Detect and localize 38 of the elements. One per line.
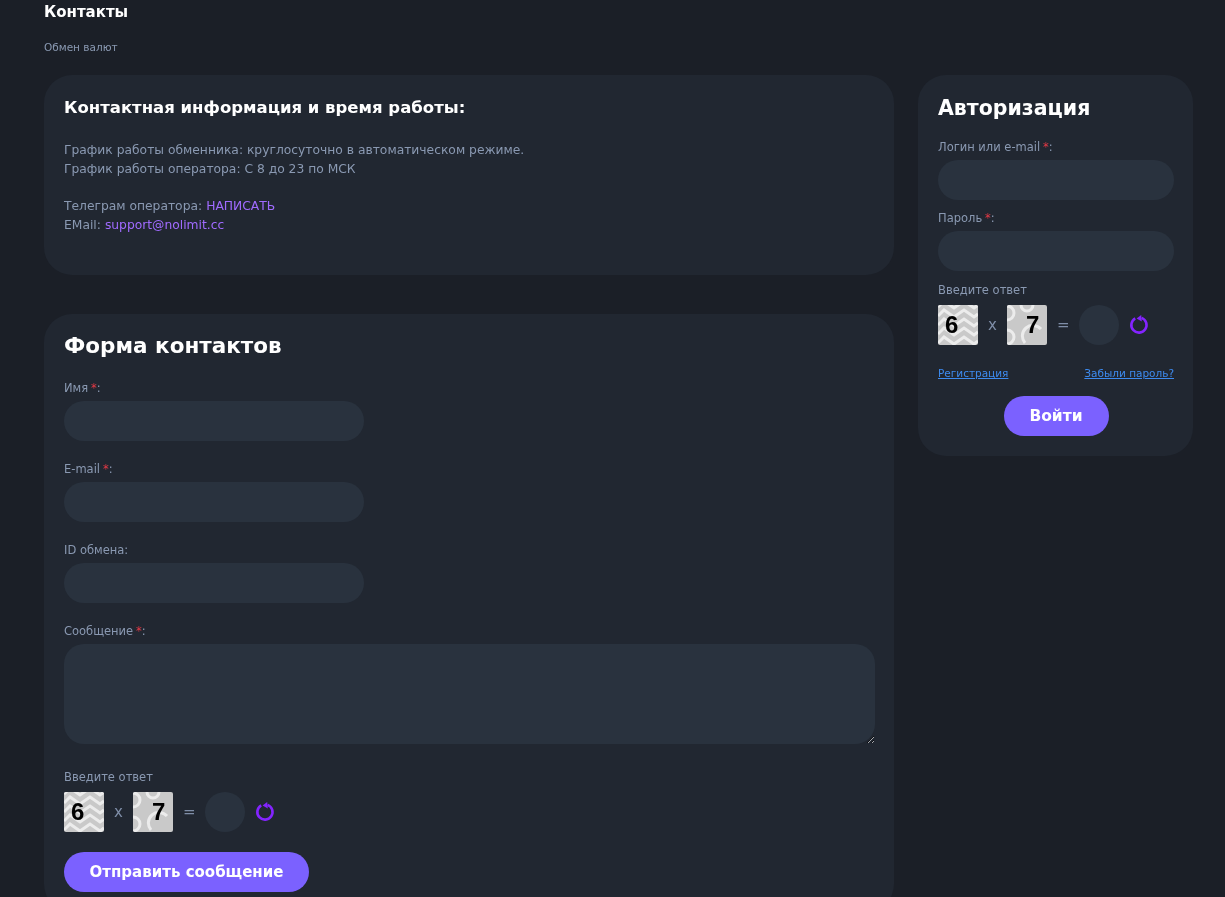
refresh-icon[interactable]	[1129, 315, 1150, 335]
captcha-image	[938, 305, 978, 345]
captcha-image	[1006, 305, 1047, 345]
equals-sign: =	[182, 803, 196, 821]
captcha-digit: 7	[1025, 312, 1040, 338]
captcha-digit: 6	[71, 799, 85, 825]
equals-sign: =	[1056, 316, 1070, 334]
contact-link[interactable]: support@nolimit.cc	[104, 216, 225, 235]
captcha-digit: 6	[945, 312, 959, 338]
section-heading: Контактная информация и время работы:	[64, 97, 467, 119]
contact-label: EMail:	[64, 217, 101, 234]
breadcrumb-link[interactable]: Обмен валют	[44, 40, 118, 54]
message-field[interactable]	[64, 644, 875, 744]
schedule-text: График работы оператора: С 8 до 23 по МСК	[64, 161, 357, 178]
field-label: Имя *:	[64, 381, 101, 395]
login-heading: Авторизация	[938, 95, 1092, 122]
contact-link[interactable]: НАПИСАТЬ	[206, 197, 276, 216]
multiply-sign: x	[988, 316, 997, 334]
refresh-icon[interactable]	[255, 802, 276, 822]
schedule-text: График работы обменника: круглосуточно в автоматическом режиме.	[64, 142, 526, 159]
captcha-image	[64, 792, 104, 832]
page-title: Контакты	[44, 2, 129, 22]
contact-label: Телеграм оператора:	[64, 198, 203, 215]
multiply-sign: x	[114, 803, 123, 821]
login-button[interactable]: Войти	[1003, 396, 1109, 436]
field-label: Логин или e-mail *:	[938, 140, 1053, 154]
field-label: ID обмена:	[64, 543, 129, 557]
field-label: Пароль *:	[938, 211, 995, 225]
form-heading: Форма контактов	[64, 332, 282, 360]
captcha-digit: 7	[151, 799, 166, 825]
field-label: E-mail *:	[64, 462, 113, 476]
captcha-label: Введите ответ	[64, 770, 153, 784]
captcha-image	[132, 792, 173, 832]
auth-link[interactable]: Забыли пароль?	[1084, 366, 1174, 380]
captcha-label: Введите ответ	[938, 283, 1028, 297]
auth-link[interactable]: Регистрация	[938, 366, 1009, 380]
field-label: Сообщение *:	[64, 624, 146, 638]
send-message-button[interactable]: Отправить сообщение	[64, 852, 309, 892]
